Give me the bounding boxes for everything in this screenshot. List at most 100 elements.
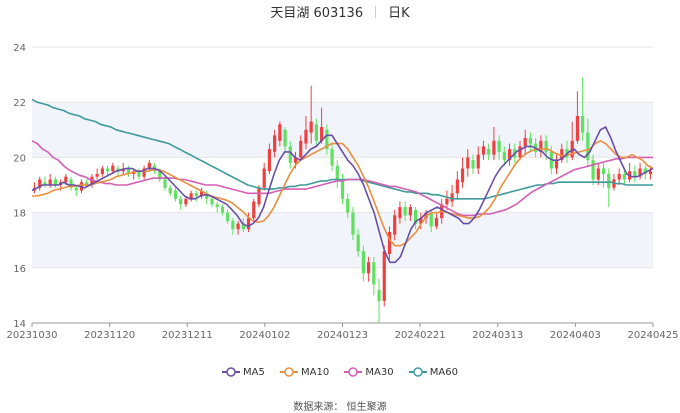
candle-body	[607, 173, 611, 188]
candle-body	[173, 190, 178, 199]
legend-item-ma10[interactable]: MA10	[280, 366, 329, 380]
candle-body	[429, 212, 433, 227]
y-tick-label: 16	[13, 264, 26, 275]
x-tick-label: 20240313	[472, 330, 523, 341]
candle-body	[544, 140, 548, 152]
candle-body	[283, 129, 287, 147]
candle-body	[273, 135, 277, 152]
candle-body	[314, 124, 318, 141]
candle-body	[476, 154, 480, 169]
candle-body	[523, 138, 527, 147]
candle-body	[434, 218, 439, 227]
legend: MA5 MA10 MA30 MA60	[0, 366, 680, 380]
candle-body	[299, 140, 303, 158]
candle-body	[257, 187, 261, 205]
candle-body	[335, 165, 339, 180]
candle-body	[622, 173, 626, 180]
candle-body	[330, 149, 334, 166]
candle-body	[48, 179, 52, 185]
x-tick-label: 20240221	[395, 330, 446, 341]
x-tick-label: 20240403	[550, 330, 601, 341]
candle-body	[497, 140, 501, 152]
candle-body	[210, 198, 214, 205]
candle-body	[596, 168, 600, 180]
candle-body	[361, 251, 365, 274]
candle-body	[95, 173, 99, 177]
legend-item-ma60[interactable]: MA60	[408, 366, 458, 380]
x-tick-label: 20231120	[84, 330, 135, 341]
candle-body	[492, 140, 496, 155]
candle-body	[455, 179, 459, 194]
candle-body	[231, 220, 235, 230]
candle-body	[633, 171, 637, 177]
candle-body	[105, 168, 110, 172]
candle-body	[220, 207, 225, 213]
candle-body	[648, 171, 653, 174]
candle-body	[278, 124, 282, 141]
candle-body	[403, 207, 407, 216]
candle-body	[340, 179, 345, 199]
candle-body	[377, 289, 381, 301]
x-tick-label: 20240123	[317, 330, 368, 341]
candle-body	[179, 198, 183, 205]
candle-body	[100, 168, 104, 174]
candle-body	[184, 198, 188, 205]
candle-body	[372, 262, 376, 285]
candle-body	[137, 171, 141, 177]
candle-body	[246, 218, 251, 230]
y-tick-label: 14	[13, 319, 26, 330]
candle-body	[74, 187, 78, 191]
candle-body	[518, 146, 522, 158]
candle-body	[408, 207, 412, 216]
y-tick-label: 22	[13, 98, 26, 109]
data-source: 数据来源： 恒生聚源	[293, 402, 387, 413]
plot-band	[32, 212, 653, 268]
candle-body	[226, 212, 230, 221]
candlestick-chart: 14 16 18 20 22 24 20231030 20231120 20231211 202…	[7, 43, 679, 341]
candle-body	[356, 234, 360, 252]
candle-body	[591, 160, 595, 180]
candle-body	[481, 146, 486, 155]
candle-body	[466, 157, 470, 169]
candle-body	[575, 116, 580, 141]
candle-body	[601, 168, 606, 174]
candle-body	[393, 215, 397, 235]
x-tick-label: 20231211	[162, 330, 213, 341]
candle-body	[487, 149, 491, 155]
candle-body	[111, 165, 115, 172]
candle-body	[262, 168, 266, 188]
legend-item-ma30[interactable]: MA30	[344, 366, 394, 380]
candle-body	[236, 223, 240, 230]
x-tick-label: 20240102	[239, 330, 290, 341]
candle-body	[267, 149, 272, 172]
candle-body	[346, 198, 350, 213]
candle-body	[554, 160, 559, 169]
candle-body	[445, 198, 449, 205]
candle-body	[215, 204, 219, 208]
candle-body	[252, 201, 256, 219]
legend-item-ma5[interactable]: MA5	[221, 366, 265, 380]
candle-body	[581, 116, 585, 133]
candle-body	[351, 212, 355, 235]
x-tick-label: 20240425	[628, 330, 679, 341]
candle-body	[163, 179, 167, 188]
candle-body	[460, 168, 465, 183]
candle-body	[309, 121, 313, 133]
y-tick-label: 18	[13, 209, 26, 220]
candle-body	[398, 207, 402, 219]
candle-body	[64, 176, 68, 183]
candle-body	[304, 129, 308, 144]
y-tick-label: 24	[13, 43, 26, 54]
candle-body	[502, 151, 506, 161]
candle-body	[168, 187, 172, 194]
candle-body	[53, 179, 57, 185]
plot-band	[32, 102, 653, 158]
candle-body	[367, 262, 371, 274]
candle-body	[617, 173, 621, 180]
candle-body	[450, 193, 454, 202]
y-tick-label: 20	[13, 153, 26, 164]
candle-body	[471, 160, 475, 169]
candle-body	[382, 251, 386, 301]
candle-body	[194, 193, 198, 197]
x-tick-label: 20231030	[7, 330, 58, 341]
